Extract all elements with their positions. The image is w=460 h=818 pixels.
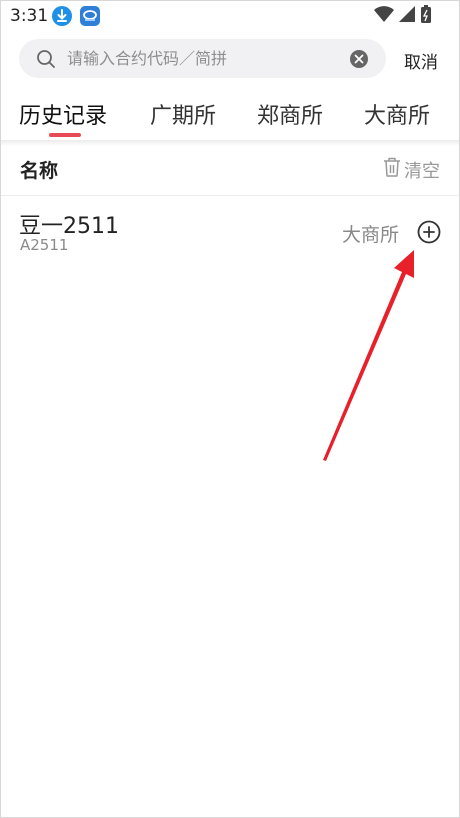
download-icon <box>52 6 72 26</box>
add-circle-icon[interactable] <box>417 220 441 244</box>
cancel-button[interactable]: 取消 <box>404 48 438 73</box>
clear-search-icon[interactable] <box>349 49 369 69</box>
tab-gfex[interactable]: 广期所 <box>150 98 216 130</box>
battery-icon <box>420 4 432 28</box>
clear-history-button[interactable]: 清空 <box>382 156 440 183</box>
active-tab-indicator <box>49 133 81 137</box>
trash-icon <box>382 156 402 183</box>
contract-exchange: 大商所 <box>342 224 400 246</box>
status-bar: 3:31 <box>0 0 460 32</box>
clear-history-label: 清空 <box>404 160 440 182</box>
tab-czce[interactable]: 郑商所 <box>257 98 323 130</box>
wifi-icon <box>374 5 394 27</box>
contract-code: A2511 <box>20 236 69 254</box>
search-bar[interactable] <box>19 39 386 78</box>
tab-history[interactable]: 历史记录 <box>19 98 107 130</box>
list-header: 名称 清空 <box>0 146 460 196</box>
app-icon <box>80 6 100 26</box>
list-item[interactable]: 豆一2511 A2511 大商所 <box>0 196 460 266</box>
status-time: 3:31 <box>10 6 49 26</box>
signal-icon <box>398 5 416 27</box>
column-header-name: 名称 <box>20 160 59 182</box>
search-input[interactable] <box>67 39 347 78</box>
status-indicators <box>374 4 432 28</box>
tab-dce[interactable]: 大商所 <box>364 98 430 130</box>
search-icon <box>35 48 57 70</box>
